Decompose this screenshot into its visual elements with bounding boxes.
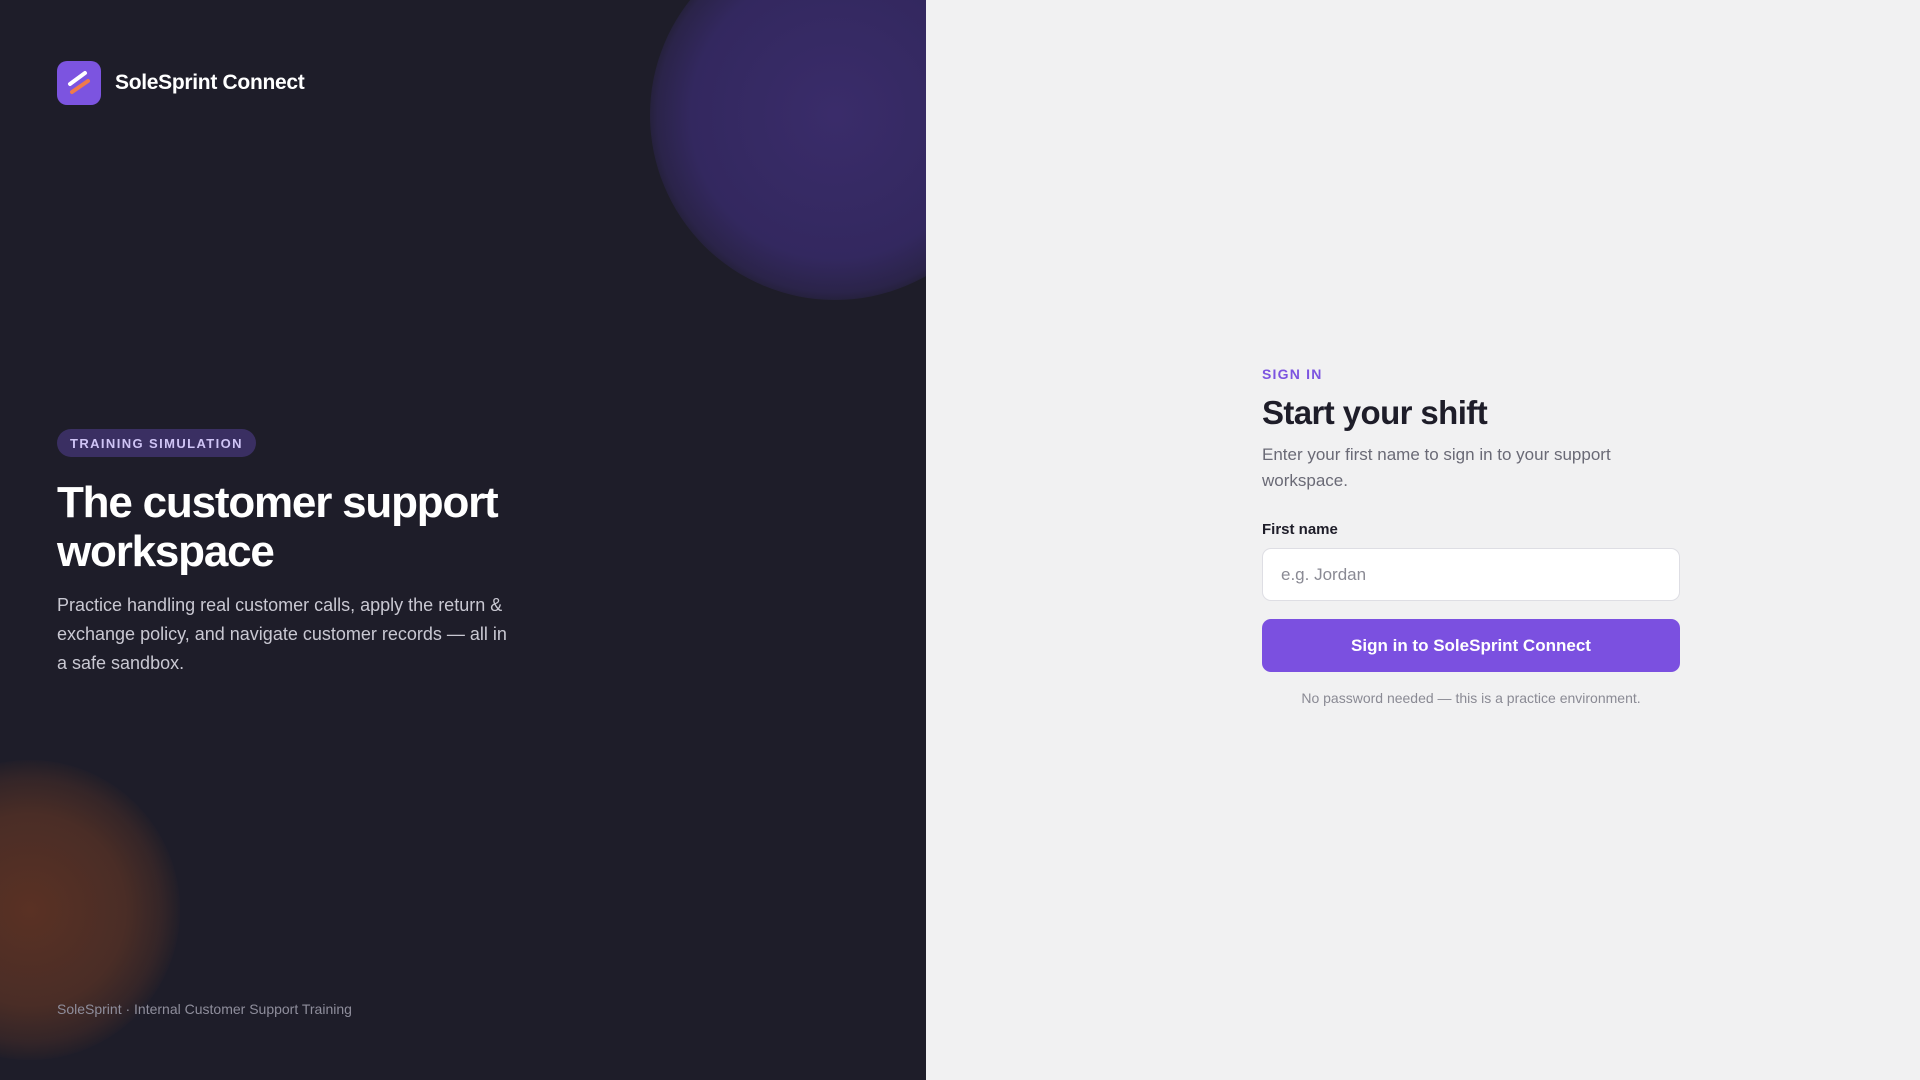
signin-panel: SIGN IN Start your shift Enter your firs… xyxy=(926,0,1920,1080)
signin-eyebrow: SIGN IN xyxy=(1262,366,1323,382)
brand-header: SoleSprint Connect xyxy=(57,61,305,105)
login-page: SoleSprint Connect TRAINING SIMULATION T… xyxy=(0,0,1920,1080)
brand-panel: SoleSprint Connect TRAINING SIMULATION T… xyxy=(0,0,926,1080)
stripes-logo-icon xyxy=(57,61,101,105)
signin-hint: No password needed — this is a practice … xyxy=(1301,690,1641,706)
brand-name: SoleSprint Connect xyxy=(115,71,305,94)
signin-subtitle: Enter your first name to sign in to your… xyxy=(1262,445,1611,490)
decorative-purple-orb xyxy=(650,0,926,300)
first-name-label: First name xyxy=(1262,521,1338,538)
footer-note: SoleSprint · Internal Customer Support T… xyxy=(57,1001,352,1017)
signin-form: SIGN IN Start your shift Enter your firs… xyxy=(1262,366,1680,706)
hero-title: The customer support workspace xyxy=(57,478,499,576)
hero-description: Practice handling real customer calls, a… xyxy=(57,595,507,673)
training-badge: TRAINING SIMULATION xyxy=(57,429,256,457)
signin-button[interactable]: Sign in to SoleSprint Connect xyxy=(1262,619,1680,672)
signin-title: Start your shift xyxy=(1262,394,1488,431)
first-name-input[interactable] xyxy=(1262,548,1680,601)
